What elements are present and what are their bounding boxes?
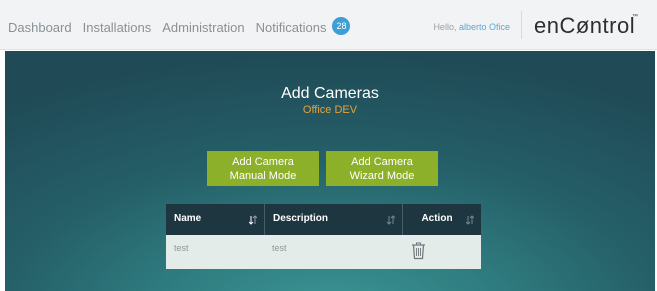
add-camera-wizard-label-1: Add Camera [351, 155, 413, 168]
column-header-description[interactable]: Description [264, 204, 402, 235]
nav-installations[interactable]: Installations [83, 20, 152, 35]
add-camera-wizard-label-2: Wizard Mode [349, 169, 415, 182]
cell-description: test [272, 243, 287, 253]
column-header-action-label: Action [421, 213, 453, 224]
add-camera-manual-label-1: Add Camera [232, 155, 294, 168]
main-content: Add Cameras Office DEV Add Camera Manual… [5, 51, 655, 291]
cell-name: test [174, 243, 189, 253]
cameras-table: Name Description Action test test [166, 204, 481, 269]
sort-icon[interactable] [466, 215, 474, 225]
topbar-divider [521, 11, 522, 39]
add-camera-wizard-button[interactable]: Add Camera Wizard Mode [326, 151, 438, 186]
cell-action [402, 235, 481, 269]
brand-logo: enCøntrol [534, 13, 636, 38]
table-row: test test [166, 235, 481, 269]
main-nav: Dashboard Installations Administration N… [8, 17, 351, 35]
greeting-text: Hello, [433, 22, 457, 32]
top-navigation-bar: Dashboard Installations Administration N… [0, 0, 657, 50]
nav-administration[interactable]: Administration [162, 20, 244, 35]
column-header-description-label: Description [273, 213, 329, 224]
nav-dashboard[interactable]: Dashboard [8, 20, 72, 35]
add-camera-manual-label-2: Manual Mode [229, 169, 297, 182]
sort-icon[interactable] [387, 215, 395, 225]
page-title: Add Cameras [281, 85, 379, 102]
sort-asc-icon[interactable] [249, 215, 257, 225]
page-subtitle: Office DEV [302, 104, 358, 116]
column-header-name[interactable]: Name [166, 204, 264, 235]
column-header-name-label: Name [174, 213, 202, 224]
trademark-mark: ™ [632, 14, 638, 20]
notification-count-badge[interactable]: 28 [332, 17, 351, 35]
user-name-link[interactable]: alberto Ofice [459, 22, 510, 32]
column-header-action[interactable]: Action [402, 204, 481, 235]
user-greeting: Hello, alberto Ofice [433, 22, 510, 32]
table-header: Name Description Action [166, 204, 481, 235]
add-camera-manual-button[interactable]: Add Camera Manual Mode [207, 151, 319, 186]
trash-icon[interactable] [411, 241, 426, 260]
nav-notifications[interactable]: Notifications [256, 20, 327, 35]
